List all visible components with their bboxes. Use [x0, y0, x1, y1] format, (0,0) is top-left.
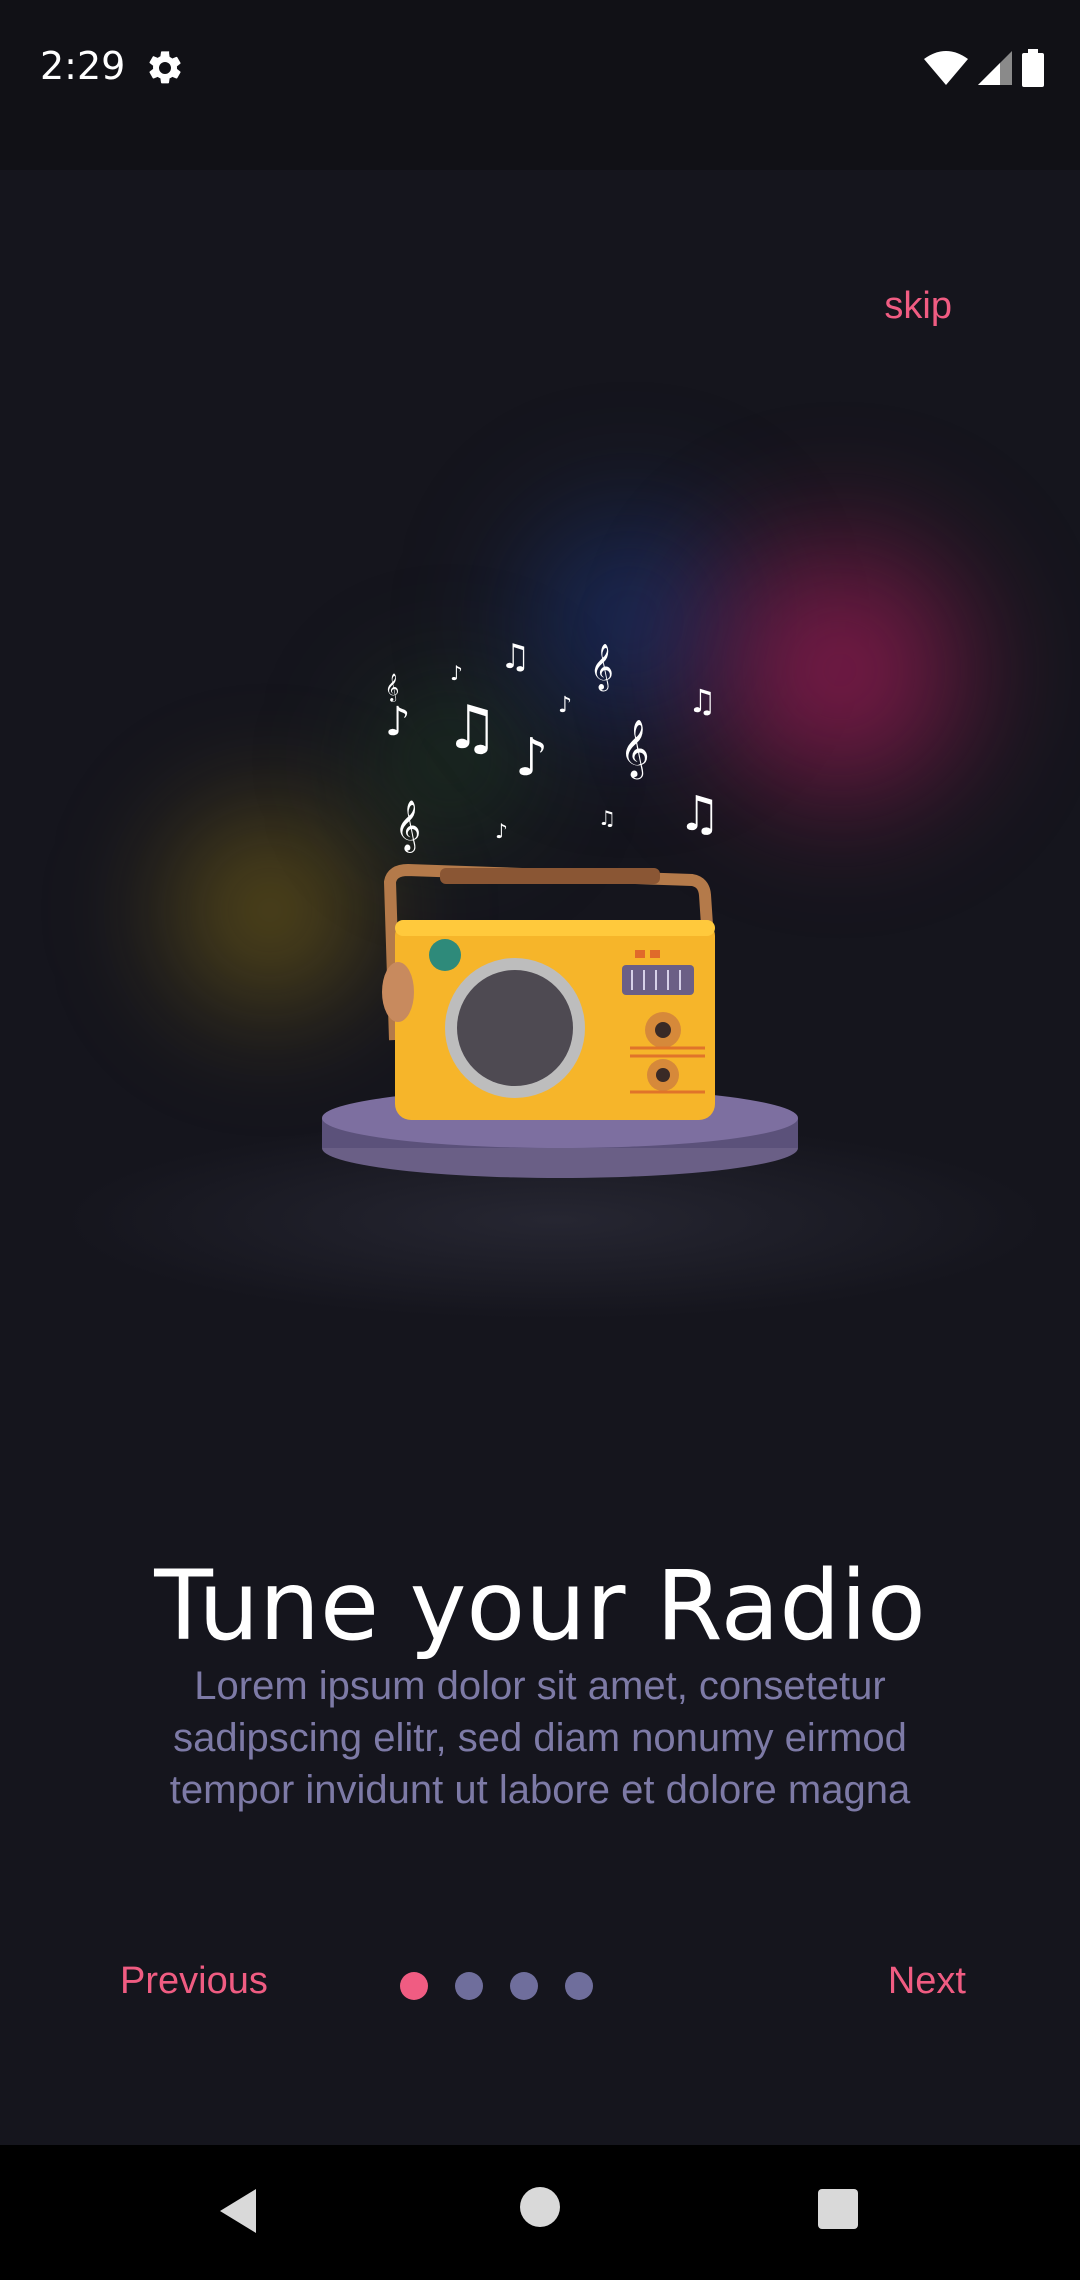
svg-text:♫: ♫ [678, 786, 721, 842]
home-icon[interactable] [520, 2187, 560, 2227]
recents-icon[interactable] [818, 2189, 858, 2229]
svg-text:♪: ♪ [515, 728, 548, 788]
svg-text:♪: ♪ [558, 693, 572, 718]
status-icons [924, 48, 1044, 88]
wifi-icon [924, 51, 968, 85]
music-notes-icon: ♫ ♪ ♪ ♫ 𝄞 𝄞 ♫ ♫ 𝄞 𝄞 ♪ ♪ ♪ ♫ [385, 637, 721, 853]
svg-text:♫: ♫ [500, 637, 530, 677]
svg-text:♫: ♫ [598, 806, 616, 830]
svg-text:𝄞: 𝄞 [590, 644, 614, 692]
page-dot-1[interactable] [400, 1972, 428, 2000]
svg-text:𝄞: 𝄞 [395, 800, 421, 853]
settings-icon [149, 51, 181, 84]
page-dot-4[interactable] [565, 1972, 593, 2000]
page-dot-2[interactable] [455, 1972, 483, 2000]
skip-button[interactable]: skip [884, 285, 952, 328]
svg-text:𝄞: 𝄞 [385, 673, 399, 702]
battery-icon [1022, 49, 1044, 87]
svg-text:♪: ♪ [495, 819, 508, 843]
page-description: Lorem ipsum dolor sit amet, consetetur s… [169, 1664, 911, 1812]
next-button[interactable]: Next [888, 1960, 966, 2003]
status-time: 2:29 [40, 44, 126, 88]
svg-text:♪: ♪ [450, 661, 463, 685]
svg-text:♫: ♫ [445, 693, 499, 763]
previous-button[interactable]: Previous [120, 1960, 268, 2003]
system-nav-bar [0, 2145, 1080, 2280]
back-icon[interactable] [216, 2187, 260, 2235]
radio-illustration: ♫ ♪ ♪ ♫ 𝄞 𝄞 ♫ ♫ 𝄞 𝄞 ♪ ♪ ♪ ♫ [322, 637, 798, 1178]
page-title: Tune your Radio [154, 1550, 926, 1662]
svg-text:♪: ♪ [385, 699, 411, 745]
page-indicator [400, 1972, 593, 2000]
status-bar: 2:29 [0, 0, 1080, 170]
svg-text:𝄞: 𝄞 [620, 719, 650, 780]
pager-controls: Previous Next [0, 1960, 1080, 2020]
svg-text:♫: ♫ [688, 682, 717, 720]
page-dot-3[interactable] [510, 1972, 538, 2000]
cell-signal-icon [978, 51, 1012, 85]
